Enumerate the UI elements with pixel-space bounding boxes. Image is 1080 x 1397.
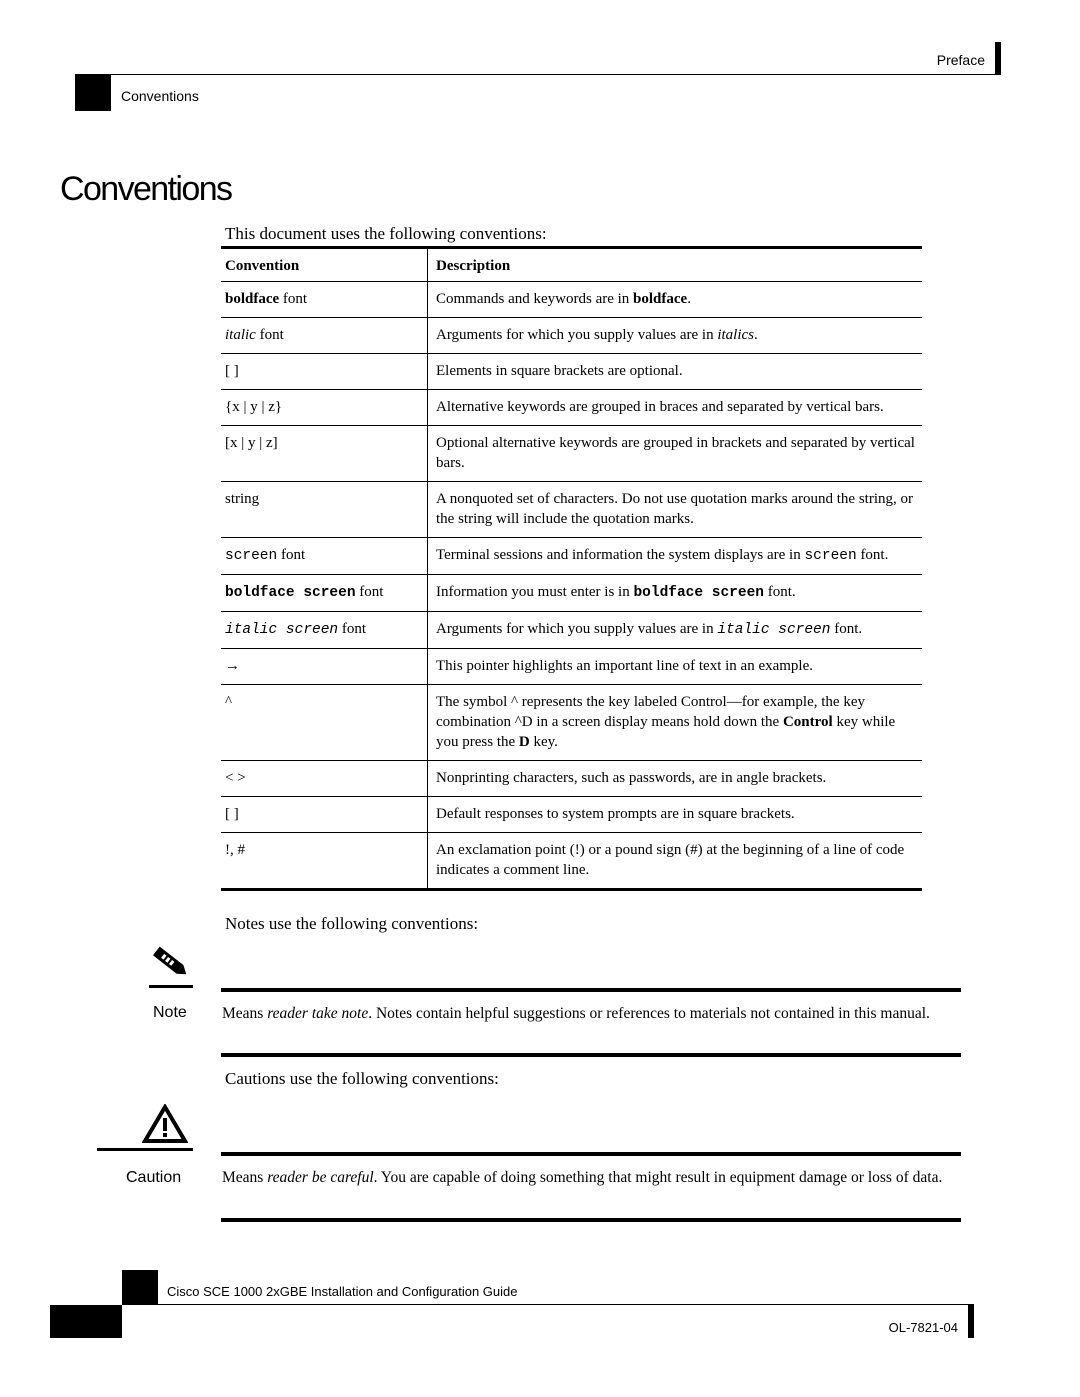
- column-header-description: Description: [427, 247, 922, 282]
- page-number: x: [83, 1320, 89, 1334]
- table-row: → This pointer highlights an important l…: [221, 648, 922, 685]
- column-header-convention: Convention: [221, 247, 428, 282]
- convention-cell: string: [221, 481, 428, 538]
- caution-bottom-rule: [221, 1218, 961, 1222]
- convention-cell: →: [221, 648, 428, 685]
- table-row: [ ] Default responses to system prompts …: [221, 796, 922, 833]
- convention-cell: [ ]: [221, 796, 428, 833]
- section-label: Conventions: [121, 88, 199, 104]
- convention-cell: [x | y | z]: [221, 425, 428, 482]
- conventions-table: Convention Description boldface font Com…: [221, 246, 922, 891]
- description-cell: Arguments for which you supply values ar…: [427, 611, 922, 649]
- document-number: OL-7821-04: [888, 1320, 958, 1335]
- table-row: !, # An exclamation point (!) or a pound…: [221, 832, 922, 890]
- notes-intro: Notes use the following conventions:: [225, 914, 479, 933]
- description-cell: Nonprinting characters, such as password…: [427, 760, 922, 797]
- caution-top-rule: [221, 1152, 961, 1156]
- table-row: italic screen font Arguments for which y…: [221, 611, 922, 649]
- description-cell: Information you must enter is in boldfac…: [427, 574, 922, 612]
- note-icon-rule: [149, 985, 193, 988]
- footer-rule: [158, 1304, 974, 1305]
- convention-cell: boldface font: [221, 281, 428, 318]
- note-label: Note: [153, 1004, 187, 1021]
- footer-block-top: [122, 1270, 158, 1305]
- arrow-icon: →: [225, 658, 240, 674]
- header-block: [75, 75, 111, 111]
- table-row: screen font Terminal sessions and inform…: [221, 537, 922, 575]
- header-rule: [75, 74, 1000, 75]
- description-cell: An exclamation point (!) or a pound sign…: [436, 842, 905, 878]
- description-cell: Arguments for which you supply values ar…: [427, 317, 922, 354]
- table-row: boldface font Commands and keywords are …: [221, 281, 922, 318]
- note-text: Means reader take note. Notes contain he…: [222, 1005, 930, 1022]
- description-cell: The symbol ^ represents the key labeled …: [427, 684, 922, 761]
- description-cell: This pointer highlights an important lin…: [427, 648, 922, 685]
- table-intro: This document uses the following convent…: [225, 224, 547, 243]
- caution-label: Caution: [126, 1169, 182, 1186]
- footer-bar: [968, 1305, 974, 1338]
- convention-cell: ^: [221, 684, 428, 761]
- convention-cell: italic screen font: [221, 611, 428, 649]
- description-cell: A nonquoted set of characters. Do not us…: [427, 481, 922, 538]
- table-row: {x | y | z} Alternative keywords are gro…: [221, 389, 922, 426]
- note-top-rule: [221, 988, 961, 992]
- table-row: string A nonquoted set of characters. Do…: [221, 481, 922, 538]
- table-row: italic font Arguments for which you supp…: [221, 317, 922, 354]
- warning-triangle-icon: [141, 1103, 189, 1144]
- description-cell: Elements in square brackets are optional…: [427, 353, 922, 390]
- convention-cell: {x | y | z}: [221, 389, 428, 426]
- convention-cell: italic font: [221, 317, 428, 354]
- convention-cell: [ ]: [221, 353, 428, 390]
- caution-icon-rule: [97, 1148, 193, 1151]
- convention-cell: boldface screen font: [221, 574, 428, 612]
- chapter-label: Preface: [936, 52, 985, 68]
- table-row: ^ The symbol ^ represents the key labele…: [221, 684, 922, 761]
- page-title: Conventions: [60, 170, 233, 208]
- table-row: < > Nonprinting characters, such as pass…: [221, 760, 922, 797]
- note-bottom-rule: [221, 1053, 961, 1057]
- cautions-intro: Cautions use the following conventions:: [225, 1069, 499, 1088]
- convention-cell: < >: [221, 760, 428, 797]
- description-cell: Alternative keywords are grouped in brac…: [427, 389, 922, 426]
- table-row: [ ] Elements in square brackets are opti…: [221, 353, 922, 390]
- description-cell: Commands and keywords are in boldface.: [427, 281, 922, 318]
- caution-text: Means reader be careful. You are capable…: [222, 1169, 943, 1186]
- description-cell: Terminal sessions and information the sy…: [427, 537, 922, 575]
- footer-guide-title: Cisco SCE 1000 2xGBE Installation and Co…: [167, 1284, 518, 1299]
- table-row: boldface screen font Information you mus…: [221, 574, 922, 612]
- table-row: [x | y | z] Optional alternative keyword…: [221, 425, 922, 482]
- convention-cell: !, #: [221, 832, 428, 890]
- header-bar: [995, 42, 1001, 75]
- note-pencil-icon: [150, 945, 192, 981]
- convention-cell: screen font: [221, 537, 428, 575]
- table-header-row: Convention Description: [221, 247, 922, 282]
- description-cell: Optional alternative keywords are groupe…: [427, 425, 922, 482]
- description-cell: Default responses to system prompts are …: [427, 796, 922, 833]
